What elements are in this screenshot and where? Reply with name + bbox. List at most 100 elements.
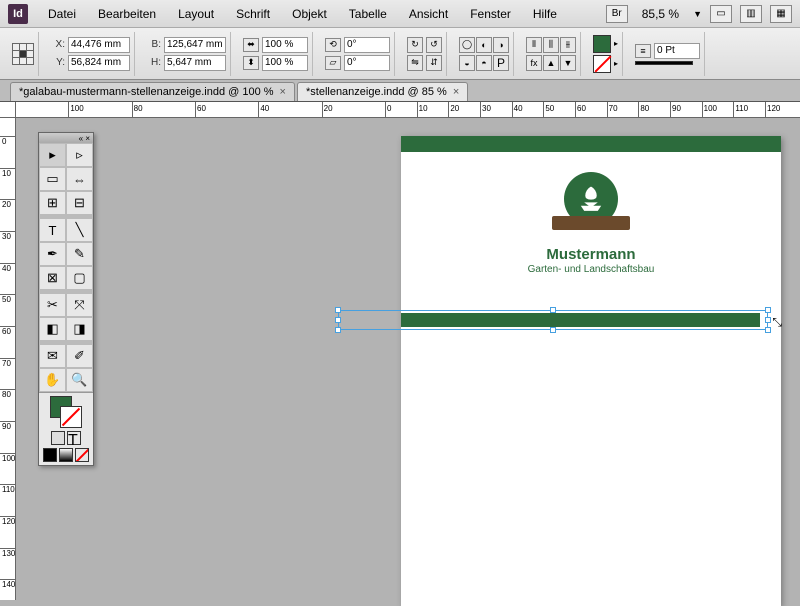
doc-tab-label: *stellenanzeige.indd @ 85 % xyxy=(306,86,447,98)
scale-x-input[interactable] xyxy=(262,37,308,53)
selection-handle[interactable] xyxy=(335,307,341,313)
tab-close-icon[interactable]: × xyxy=(280,86,286,98)
selection-handle[interactable] xyxy=(765,317,771,323)
flip-v-icon[interactable]: ⇵ xyxy=(426,55,442,71)
selection-handle[interactable] xyxy=(550,307,556,313)
company-name: Mustermann xyxy=(401,246,781,263)
gap-tool[interactable]: ⇔ xyxy=(66,167,93,191)
h-label: H: xyxy=(147,57,161,68)
stroke-weight-input[interactable] xyxy=(654,43,700,59)
rotate-cw-icon[interactable]: ↻ xyxy=(407,37,423,53)
menu-file[interactable]: Datei xyxy=(38,3,86,25)
menu-table[interactable]: Tabelle xyxy=(339,3,397,25)
type-tool[interactable]: T xyxy=(39,218,66,242)
shear-input[interactable] xyxy=(344,55,390,71)
free-transform-tool[interactable]: ⤧ xyxy=(66,293,93,317)
ruler-origin[interactable] xyxy=(0,102,16,118)
canvas[interactable]: Mustermann Garten- und Landschaftsbau ⤡ xyxy=(16,118,800,600)
formatting-container-icon[interactable] xyxy=(51,431,65,445)
app-icon: Id xyxy=(8,4,28,24)
align-icon-3[interactable]: ⫵ xyxy=(560,37,576,53)
p-icon[interactable]: P xyxy=(493,55,509,71)
direct-selection-tool[interactable]: ▹ xyxy=(66,143,93,167)
document-tab-1[interactable]: *galabau-mustermann-stellenanzeige.indd … xyxy=(10,82,295,101)
view-options-icon[interactable]: ▭ xyxy=(710,5,732,23)
arrange-icon[interactable]: ▦ xyxy=(770,5,792,23)
content-collector-tool[interactable]: ⊞ xyxy=(39,191,66,215)
hand-tool[interactable]: ✋ xyxy=(39,368,66,392)
align-icon-2[interactable]: ⫼ xyxy=(543,37,559,53)
menu-layout[interactable]: Layout xyxy=(168,3,224,25)
formatting-text-icon[interactable]: T xyxy=(67,431,81,445)
w-label: B: xyxy=(147,39,161,50)
rectangle-tool[interactable]: ▢ xyxy=(66,266,93,290)
pathfinder2-icon[interactable]: ◐ xyxy=(476,37,492,53)
selection-handle[interactable] xyxy=(335,317,341,323)
gradient-feather-tool[interactable]: ◨ xyxy=(66,317,93,341)
height-input[interactable] xyxy=(164,55,226,71)
content-placer-tool[interactable]: ⊟ xyxy=(66,191,93,215)
fill-color-swatch[interactable] xyxy=(593,35,611,53)
note-tool[interactable]: ✉ xyxy=(39,344,66,368)
scale-y-input[interactable] xyxy=(262,55,308,71)
document-tab-2[interactable]: *stellenanzeige.indd @ 85 % × xyxy=(297,82,468,101)
pencil-tool[interactable]: ✎ xyxy=(66,242,93,266)
rotate-input[interactable] xyxy=(344,37,390,53)
menu-bar: Id Datei Bearbeiten Layout Schrift Objek… xyxy=(0,0,800,28)
line-tool[interactable]: ╲ xyxy=(66,218,93,242)
bridge-button[interactable]: Br xyxy=(606,5,628,23)
selection-handle[interactable] xyxy=(550,327,556,333)
selected-rectangle[interactable]: ⤡ xyxy=(338,310,768,330)
apply-color-icon[interactable] xyxy=(43,448,57,462)
menu-help[interactable]: Hilfe xyxy=(523,3,567,25)
screen-mode-icon[interactable]: ▥ xyxy=(740,5,762,23)
tools-panel[interactable]: « × ▸ ▹ ▭ ⇔ ⊞ ⊟ T ╲ ✒ ✎ ⊠ ▢ ✂ ⤧ ◧ ◨ ✉ ✐ … xyxy=(38,132,94,466)
y-input[interactable] xyxy=(68,55,130,71)
zoom-dropdown-icon[interactable]: ▼ xyxy=(693,9,702,19)
selection-handle[interactable] xyxy=(765,307,771,313)
arrange-back-icon[interactable]: ▼ xyxy=(560,55,576,71)
zoom-display[interactable]: 85,5 % xyxy=(636,5,685,23)
document-page[interactable]: Mustermann Garten- und Landschaftsbau xyxy=(401,136,781,606)
apply-gradient-icon[interactable] xyxy=(59,448,73,462)
selection-handle[interactable] xyxy=(335,327,341,333)
x-input[interactable] xyxy=(68,37,130,53)
arrange-forward-icon[interactable]: ▲ xyxy=(543,55,559,71)
fx-icon[interactable]: fx xyxy=(526,55,542,71)
company-subtitle: Garten- und Landschaftsbau xyxy=(401,264,781,275)
width-input[interactable] xyxy=(164,37,226,53)
scissors-tool[interactable]: ✂ xyxy=(39,293,66,317)
menu-window[interactable]: Fenster xyxy=(460,3,521,25)
stroke-color-swatch[interactable] xyxy=(593,55,611,73)
scale-y-icon: ⬍ xyxy=(243,56,259,70)
pathfinder-icon[interactable]: ◯ xyxy=(459,37,475,53)
pathfinder5-icon[interactable]: ◓ xyxy=(476,55,492,71)
flip-h-icon[interactable]: ⇋ xyxy=(407,55,423,71)
stroke-style-dropdown[interactable] xyxy=(635,61,693,65)
page-top-decoration xyxy=(401,136,781,152)
zoom-tool[interactable]: 🔍 xyxy=(66,368,93,392)
rectangle-frame-tool[interactable]: ⊠ xyxy=(39,266,66,290)
eyedropper-tool[interactable]: ✐ xyxy=(66,344,93,368)
menu-type[interactable]: Schrift xyxy=(226,3,280,25)
pathfinder3-icon[interactable]: ◑ xyxy=(493,37,509,53)
pathfinder4-icon[interactable]: ◒ xyxy=(459,55,475,71)
reference-point-grid[interactable] xyxy=(12,43,34,65)
stroke-swatch[interactable] xyxy=(60,406,82,428)
panel-header[interactable]: « × xyxy=(39,133,93,143)
selection-tool[interactable]: ▸ xyxy=(39,143,66,167)
apply-none-icon[interactable] xyxy=(75,448,89,462)
fill-stroke-proxy[interactable] xyxy=(50,396,82,428)
horizontal-ruler[interactable]: 100806040200102030405060708090100110120 xyxy=(16,102,800,118)
align-icon-1[interactable]: ⫴ xyxy=(526,37,542,53)
menu-edit[interactable]: Bearbeiten xyxy=(88,3,166,25)
rotate-ccw-icon[interactable]: ↺ xyxy=(426,37,442,53)
selection-handle[interactable] xyxy=(765,327,771,333)
gradient-swatch-tool[interactable]: ◧ xyxy=(39,317,66,341)
menu-object[interactable]: Objekt xyxy=(282,3,337,25)
pen-tool[interactable]: ✒ xyxy=(39,242,66,266)
page-tool[interactable]: ▭ xyxy=(39,167,66,191)
vertical-ruler[interactable]: 0102030405060708090100110120130140 xyxy=(0,118,16,600)
tab-close-icon[interactable]: × xyxy=(453,86,459,98)
menu-view[interactable]: Ansicht xyxy=(399,3,458,25)
